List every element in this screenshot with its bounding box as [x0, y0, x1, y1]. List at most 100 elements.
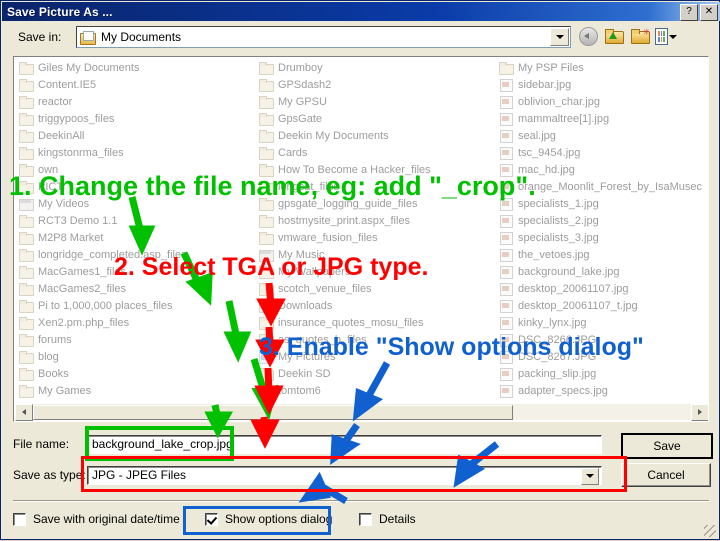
list-item[interactable]: How To Become a Hacker_files: [254, 161, 494, 178]
list-item[interactable]: background_lake.jpg: [494, 263, 708, 280]
list-item[interactable]: DSC_8266.JPG: [494, 331, 708, 348]
list-item[interactable]: GpsGate: [254, 110, 494, 127]
resize-grip[interactable]: [704, 525, 716, 537]
list-item[interactable]: Cards: [254, 144, 494, 161]
list-item[interactable]: MacGames2_files: [14, 280, 254, 297]
list-item[interactable]: vmware_fusion_files: [254, 229, 494, 246]
file-list[interactable]: Giles My Documents Content.IE5 reactor trig…: [13, 56, 709, 422]
list-item[interactable]: sidebar.jpg: [494, 76, 708, 93]
list-item[interactable]: triggypoos_files: [14, 110, 254, 127]
list-item[interactable]: Downloads: [254, 297, 494, 314]
list-item[interactable]: My Videos: [14, 195, 254, 212]
list-item-label: desktop_20061107.jpg: [518, 282, 629, 295]
list-item[interactable]: gpsgate_logging_guide_files: [254, 195, 494, 212]
list-item[interactable]: specialists_1.jpg: [494, 195, 708, 212]
help-button[interactable]: ?: [680, 4, 698, 21]
list-item[interactable]: Pi to 1,000,000 places_files: [14, 297, 254, 314]
scroll-track[interactable]: [33, 404, 691, 420]
list-item[interactable]: Giles My Documents: [14, 59, 254, 76]
create-new-folder-icon[interactable]: ✳: [629, 26, 651, 47]
views-icon[interactable]: [655, 26, 677, 47]
file-name-row: File name: background_lake_crop.jpg: [13, 433, 709, 455]
list-item[interactable]: blog: [14, 348, 254, 365]
list-item[interactable]: My Music: [254, 246, 494, 263]
list-item[interactable]: longridge_completed.asp_files: [14, 246, 254, 263]
save-as-type-combobox[interactable]: JPG - JPEG Files: [87, 465, 602, 485]
cancel-button[interactable]: Cancel: [621, 463, 711, 487]
up-one-level-icon[interactable]: [603, 26, 625, 47]
list-item[interactable]: kingstonrma_files: [14, 144, 254, 161]
list-item[interactable]: tomtom6: [254, 382, 494, 399]
folder-icon: [18, 231, 34, 245]
list-item[interactable]: the_vetoes.jpg: [494, 246, 708, 263]
list-item[interactable]: specialists_3.jpg: [494, 229, 708, 246]
list-item[interactable]: own: [14, 161, 254, 178]
list-item[interactable]: seal.jpg: [494, 127, 708, 144]
list-item-label: DeekinAll: [38, 129, 85, 142]
save-in-combobox[interactable]: My Documents: [76, 26, 571, 48]
list-item[interactable]: forums: [14, 331, 254, 348]
list-item[interactable]: specialists_2.jpg: [494, 212, 708, 229]
list-item[interactable]: My Pictures: [254, 348, 494, 365]
scroll-left-button[interactable]: [15, 403, 33, 421]
list-item[interactable]: My Games: [14, 382, 254, 399]
chevron-down-icon[interactable]: [581, 467, 599, 485]
list-item[interactable]: reactor: [14, 93, 254, 110]
scroll-right-button[interactable]: [691, 403, 708, 421]
list-item[interactable]: Drumboy: [254, 59, 494, 76]
list-item[interactable]: oblivion_char.jpg: [494, 93, 708, 110]
show-options-dialog-checkbox[interactable]: Show options dialog: [205, 512, 332, 526]
list-item[interactable]: desktop_20061107_t.jpg: [494, 297, 708, 314]
folder-icon: [498, 61, 514, 75]
chevron-down-icon[interactable]: [550, 28, 569, 46]
save-button[interactable]: Save: [621, 433, 713, 459]
list-item[interactable]: tsc_9454.jpg: [494, 144, 708, 161]
list-item[interactable]: hostmysite_print.aspx_files: [254, 212, 494, 229]
list-item-label: oblivion_char.jpg: [518, 95, 600, 108]
list-item[interactable]: Content.IE5: [14, 76, 254, 93]
list-item[interactable]: PICT: [14, 178, 254, 195]
scroll-thumb[interactable]: [33, 404, 514, 420]
list-item[interactable]: packing_slip.jpg: [494, 365, 708, 382]
list-item[interactable]: DSC_8267.JPG: [494, 348, 708, 365]
list-item-label: mammaltree[1].jpg: [518, 112, 610, 125]
list-item[interactable]: adapter_specs.jpg: [494, 382, 708, 399]
list-item[interactable]: desktop_20061107.jpg: [494, 280, 708, 297]
details-checkbox[interactable]: Details: [359, 512, 416, 526]
back-icon[interactable]: [577, 26, 599, 47]
list-item[interactable]: longcat_files: [254, 178, 494, 195]
list-item[interactable]: scotch_venue_files: [254, 280, 494, 297]
list-item[interactable]: mammaltree[1].jpg: [494, 110, 708, 127]
list-item-label: own: [38, 163, 59, 176]
list-item[interactable]: M2P8 Market: [14, 229, 254, 246]
folder-icon: [258, 367, 274, 381]
checkbox-box[interactable]: [205, 512, 218, 526]
file-name-input[interactable]: background_lake_crop.jpg: [87, 434, 602, 454]
list-item[interactable]: orange_Moonlit_Forest_by_IsaMusec: [494, 178, 708, 195]
save-as-type-value: JPG - JPEG Files: [92, 468, 187, 482]
list-item[interactable]: RCT3 Demo 1.1: [14, 212, 254, 229]
list-item[interactable]: Deekin My Documents: [254, 127, 494, 144]
close-button[interactable]: ✕: [700, 4, 718, 21]
list-item[interactable]: kinky_lynx.jpg: [494, 314, 708, 331]
list-item[interactable]: Xen2.pm.php_files: [14, 314, 254, 331]
list-item[interactable]: GPSdash2: [254, 76, 494, 93]
list-item[interactable]: DeekinAll: [14, 127, 254, 144]
list-item[interactable]: MacGames1_files: [14, 263, 254, 280]
list-item[interactable]: My GPSU: [254, 93, 494, 110]
horizontal-scrollbar[interactable]: [15, 403, 708, 421]
list-item[interactable]: mac_hd.jpg: [494, 161, 708, 178]
views-chevron-down-icon[interactable]: [669, 34, 677, 39]
list-item[interactable]: Deekin SD: [254, 365, 494, 382]
save-original-date-checkbox[interactable]: Save with original date/time: [13, 512, 180, 526]
list-item[interactable]: Books: [14, 365, 254, 382]
list-item[interactable]: as_quotes_b_files: [254, 331, 494, 348]
folder-icon: [18, 265, 34, 279]
list-item[interactable]: My Wallpapers: [254, 263, 494, 280]
list-item-label: longcat_files: [278, 180, 340, 193]
checkbox-box[interactable]: [359, 512, 372, 526]
list-item-label: DSC_8266.JPG: [518, 333, 597, 346]
list-item[interactable]: insurance_quotes_mosu_files: [254, 314, 494, 331]
checkbox-box[interactable]: [13, 512, 26, 526]
list-item[interactable]: My PSP Files: [494, 59, 708, 76]
